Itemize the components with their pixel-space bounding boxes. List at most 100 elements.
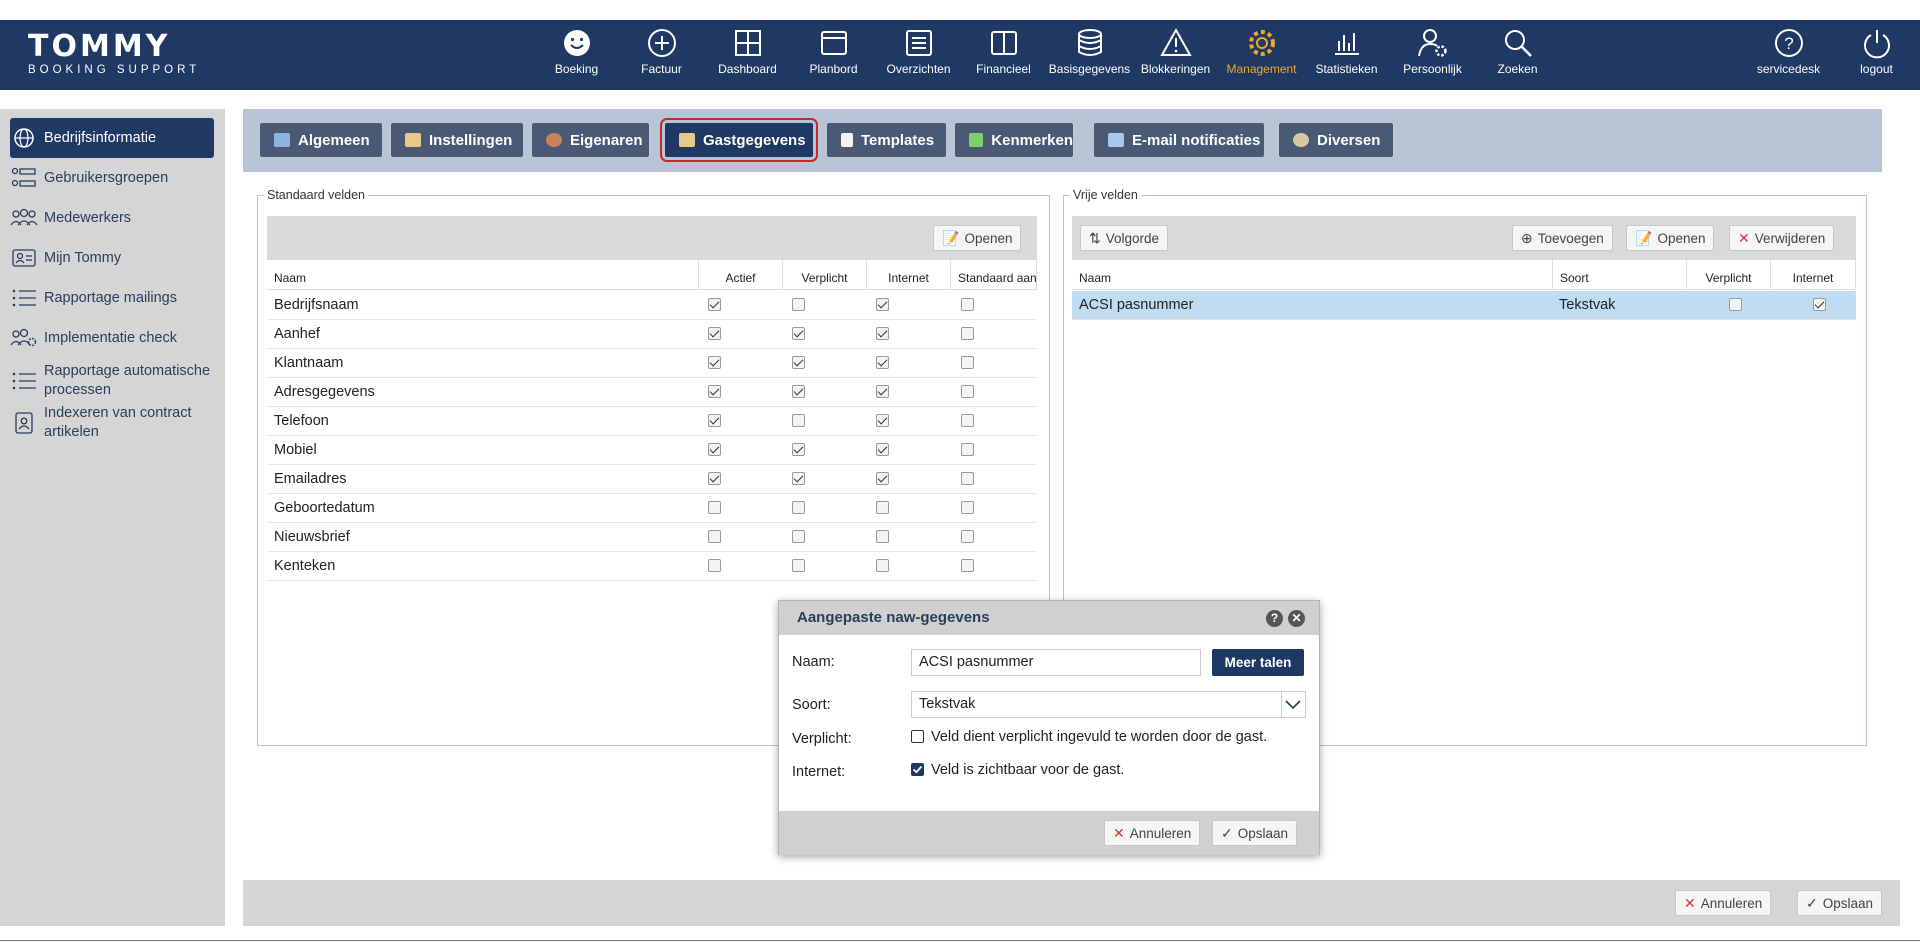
verplicht-checkbox[interactable] (792, 559, 805, 572)
actief-checkbox[interactable] (708, 414, 721, 427)
column-naam[interactable]: Naam (1072, 260, 1553, 290)
table-row[interactable]: Kenteken (267, 552, 1037, 581)
internet-checkbox[interactable] (876, 298, 889, 311)
actief-checkbox[interactable] (708, 559, 721, 572)
tab-instellingen[interactable]: Instellingen (391, 123, 523, 157)
standard-open-button[interactable]: 📝 Openen (933, 225, 1022, 251)
sidebar-item-rapportage-automatische-processen[interactable]: Rapportage automatische processen (10, 361, 214, 401)
column-verplicht[interactable]: Verplicht (1687, 260, 1771, 290)
internet-checkbox[interactable] (1813, 298, 1826, 311)
internet-checkbox[interactable] (876, 356, 889, 369)
verplicht-checkbox[interactable] (792, 472, 805, 485)
dialog-save-button[interactable]: ✓ Opslaan (1212, 820, 1298, 846)
name-input[interactable]: ACSI pasnummer (911, 649, 1201, 676)
help-icon[interactable]: ? (1266, 610, 1283, 627)
actief-checkbox[interactable] (708, 385, 721, 398)
table-row[interactable]: Nieuwsbrief (267, 523, 1037, 552)
standaard-aan-checkbox[interactable] (961, 327, 974, 340)
verplicht-checkbox[interactable] (792, 298, 805, 311)
chevron-down-icon[interactable] (1281, 692, 1305, 717)
column-verplicht[interactable]: Verplicht (783, 260, 867, 290)
nav-item-zoeken[interactable]: Zoeken (1475, 20, 1560, 90)
internet-checkbox[interactable] (876, 443, 889, 456)
column-soort[interactable]: Soort (1553, 260, 1687, 290)
verplicht-checkbox[interactable] (792, 443, 805, 456)
table-row[interactable]: Emailadres (267, 465, 1037, 494)
tab-templates[interactable]: Templates (827, 123, 946, 157)
verplicht-checkbox[interactable] (792, 501, 805, 514)
standaard-aan-checkbox[interactable] (961, 385, 974, 398)
save-button[interactable]: ✓ Opslaan (1797, 890, 1883, 916)
standaard-aan-checkbox[interactable] (961, 443, 974, 456)
standaard-aan-checkbox[interactable] (961, 356, 974, 369)
nav-item-boeking[interactable]: Boeking (534, 20, 619, 90)
nav-item-dashboard[interactable]: Dashboard (705, 20, 790, 90)
cancel-button[interactable]: ✕ Annuleren (1675, 890, 1772, 916)
tommy-logo[interactable]: TOMMY BOOKING SUPPORT (28, 32, 200, 77)
tab-gastgegevens[interactable]: Gastgegevens (660, 118, 818, 162)
sidebar-item-medewerkers[interactable]: Medewerkers (10, 205, 214, 231)
sidebar-item-indexeren-contract-artikelen[interactable]: Indexeren van contract artikelen (10, 403, 214, 443)
internet-checkbox[interactable] (876, 414, 889, 427)
logout-button[interactable]: logout (1834, 20, 1919, 90)
nav-item-planbord[interactable]: Planbord (791, 20, 876, 90)
verplicht-checkbox[interactable] (792, 327, 805, 340)
actief-checkbox[interactable] (708, 298, 721, 311)
actief-checkbox[interactable] (708, 530, 721, 543)
actief-checkbox[interactable] (708, 443, 721, 456)
table-row[interactable]: Mobiel (267, 436, 1037, 465)
table-row[interactable]: Adresgegevens (267, 378, 1037, 407)
nav-item-factuur[interactable]: Factuur (619, 20, 704, 90)
nav-item-basisgegevens[interactable]: Basisgegevens (1047, 20, 1132, 90)
servicedesk-button[interactable]: ? servicedesk (1746, 20, 1831, 90)
standaard-aan-checkbox[interactable] (961, 501, 974, 514)
table-row[interactable]: Bedrijfsnaam (267, 291, 1037, 320)
tab-algemeen[interactable]: Algemeen (260, 123, 382, 157)
type-select[interactable]: Tekstvak (911, 691, 1306, 718)
internet-checkbox[interactable] (911, 763, 924, 776)
actief-checkbox[interactable] (708, 327, 721, 340)
column-standaard-aan[interactable]: Standaard aan (951, 260, 1037, 290)
standaard-aan-checkbox[interactable] (961, 472, 974, 485)
column-internet[interactable]: Internet (867, 260, 951, 290)
table-row[interactable]: Telefoon (267, 407, 1037, 436)
actief-checkbox[interactable] (708, 472, 721, 485)
verplicht-checkbox[interactable] (792, 530, 805, 543)
table-row[interactable]: Geboortedatum (267, 494, 1037, 523)
internet-checkbox[interactable] (876, 501, 889, 514)
tab-email-notificaties[interactable]: E-mail notificaties (1094, 123, 1264, 157)
order-button[interactable]: ⇅ Volgorde (1080, 225, 1169, 251)
standaard-aan-checkbox[interactable] (961, 530, 974, 543)
standaard-aan-checkbox[interactable] (961, 298, 974, 311)
sidebar-item-implementatie-check[interactable]: Implementatie check (10, 325, 214, 351)
dialog-cancel-button[interactable]: ✕ Annuleren (1104, 820, 1201, 846)
tab-kenmerken[interactable]: Kenmerken (955, 123, 1073, 157)
nav-item-overzichten[interactable]: Overzichten (876, 20, 961, 90)
actief-checkbox[interactable] (708, 356, 721, 369)
nav-item-financieel[interactable]: Financieel (961, 20, 1046, 90)
standaard-aan-checkbox[interactable] (961, 414, 974, 427)
verplicht-checkbox[interactable] (792, 385, 805, 398)
verplicht-checkbox[interactable] (1729, 298, 1742, 311)
required-checkbox[interactable] (911, 730, 924, 743)
table-row[interactable]: Klantnaam (267, 349, 1037, 378)
more-languages-button[interactable]: Meer talen (1212, 649, 1304, 676)
close-icon[interactable]: ✕ (1288, 610, 1305, 627)
column-actief[interactable]: Actief (699, 260, 783, 290)
column-naam[interactable]: Naam (267, 260, 699, 290)
internet-checkbox[interactable] (876, 472, 889, 485)
internet-checkbox[interactable] (876, 327, 889, 340)
verplicht-checkbox[interactable] (792, 414, 805, 427)
table-row[interactable]: ACSI pasnummer Tekstvak (1072, 291, 1856, 320)
nav-item-blokkeringen[interactable]: Blokkeringen (1133, 20, 1218, 90)
standaard-aan-checkbox[interactable] (961, 559, 974, 572)
internet-checkbox[interactable] (876, 385, 889, 398)
tab-eigenaren[interactable]: Eigenaren (532, 123, 649, 157)
internet-checkbox[interactable] (876, 530, 889, 543)
column-internet[interactable]: Internet (1771, 260, 1856, 290)
free-open-button[interactable]: 📝 Openen (1626, 225, 1715, 251)
nav-item-management[interactable]: Management (1219, 20, 1304, 90)
actief-checkbox[interactable] (708, 501, 721, 514)
add-button[interactable]: ⊕ Toevoegen (1512, 225, 1613, 251)
internet-checkbox[interactable] (876, 559, 889, 572)
